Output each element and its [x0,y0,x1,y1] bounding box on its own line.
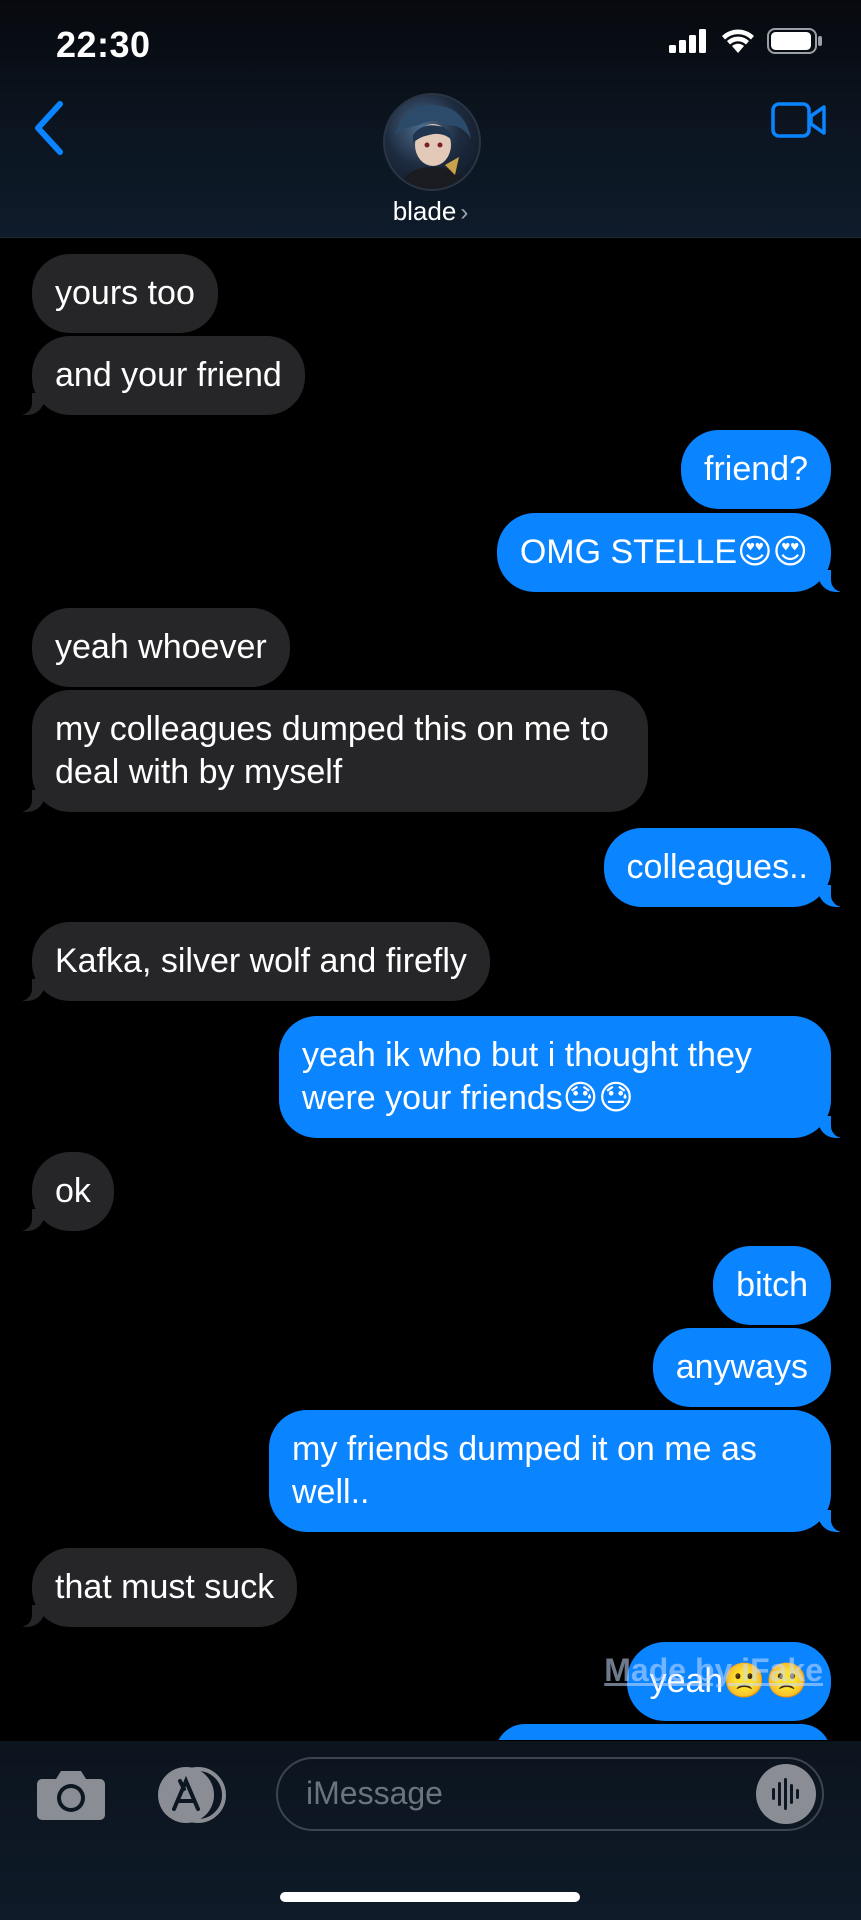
contact-name[interactable]: blade › [0,196,861,227]
contact-name-label: blade [392,196,457,226]
message-bubble-received[interactable]: Kafka, silver wolf and firefly [12,922,490,1001]
status-time: 22:30 [56,24,151,65]
chevron-left-icon[interactable] [30,98,70,158]
message-bubble-sent[interactable]: yeah ik who but i thought they were your… [279,1016,851,1138]
message-bubble-received[interactable]: yeah whoever [32,608,290,687]
battery-icon [767,28,822,54]
conversation-header: 22:30 blade › [0,0,861,238]
message-bubble-received[interactable]: my colleagues dumped this on me to deal … [12,690,648,812]
camera-icon[interactable] [36,1767,106,1821]
waveform-icon [772,1778,799,1810]
home-indicator[interactable] [280,1892,580,1902]
message-bubble-sent[interactable]: OMG STELLE😍😍 [496,513,852,592]
app-store-icon[interactable] [150,1765,230,1825]
message-bubble-sent[interactable]: bitch [713,1246,831,1325]
message-thread: yours too and your friend friend? OMG ST… [0,238,861,1740]
message-bubble-sent[interactable]: my friends dumped it on me as well.. [269,1410,851,1532]
message-bubble-sent[interactable]: friend? [681,430,831,509]
message-bubble-received[interactable]: that must suck [11,1548,298,1627]
message-bubble-received[interactable]: yours too [32,254,218,333]
wifi-icon [722,29,754,53]
message-bubble-sent[interactable]: colleagues.. [603,828,852,907]
audio-message-button[interactable] [756,1764,816,1824]
message-bubble-sent[interactable]: anyways [652,1328,831,1407]
contact-avatar[interactable] [383,93,481,191]
status-icons [669,28,823,54]
chevron-right-icon: › [460,199,469,226]
message-bubble-received[interactable]: and your friend [12,336,305,415]
video-camera-icon[interactable] [771,100,827,140]
message-input[interactable]: iMessage [276,1757,824,1831]
message-input-placeholder: iMessage [306,1775,443,1811]
message-bubble-received[interactable]: ok [12,1152,114,1231]
cellular-signal-icon [669,29,706,53]
message-bubble-sent-partial[interactable] [495,1724,831,1740]
status-bar: 22:30 [0,0,861,90]
watermark: Made by iFake [604,1652,823,1688]
